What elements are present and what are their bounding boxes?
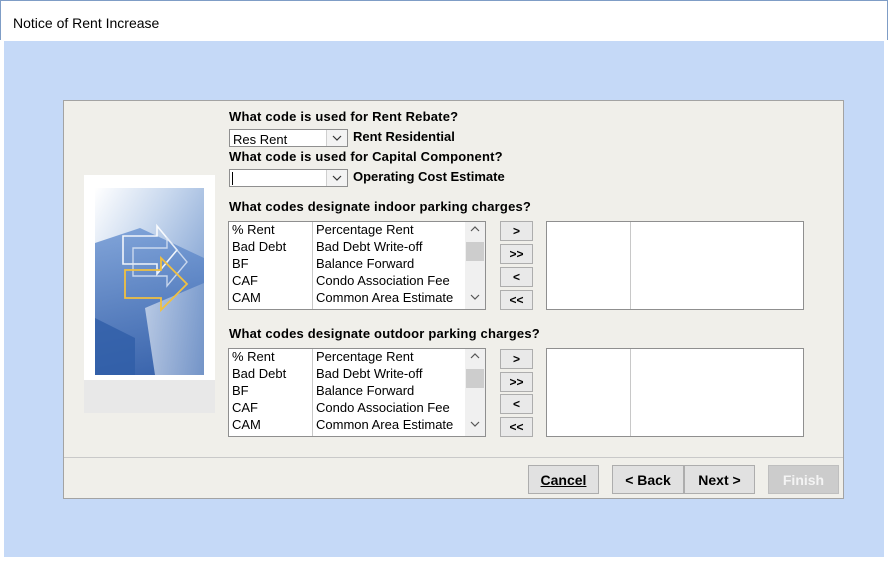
indoor-remove-button[interactable]: < [500,267,533,287]
list-item-description: Condo Association Fee [316,273,450,288]
list-item-description: Bad Debt Write-off [316,366,423,381]
indoor-selected-list[interactable] [546,221,804,310]
text-cursor [232,172,233,185]
list-item-code: CAM [232,417,261,432]
chevron-up-icon[interactable] [470,353,480,359]
back-button[interactable]: < Back [612,465,684,494]
list-item[interactable]: BF Balance Forward [229,256,465,273]
list-item-description: Condo Association Fee [316,400,450,415]
list-item-description: Balance Forward [316,383,415,398]
outdoor-remove-button[interactable]: < [500,394,533,414]
indoor-remove-all-button[interactable]: << [500,290,533,310]
list-item[interactable]: % Rent Percentage Rent [229,222,465,239]
window-title: Notice of Rent Increase [13,15,160,31]
rent-rebate-dropdown-button[interactable] [326,130,347,146]
rent-rebate-combo[interactable]: Res Rent [229,129,348,147]
title-bar: Notice of Rent Increase [0,0,888,41]
capital-component-question: What code is used for Capital Component? [229,149,503,164]
outdoor-remove-all-button[interactable]: << [500,417,533,437]
cancel-button-label: Cancel [540,471,587,488]
list-item-code: BF [232,256,249,271]
wizard-panel: What code is used for Rent Rebate? Res R… [63,100,844,499]
list-item-description: Percentage Rent [316,222,414,237]
indoor-add-button[interactable]: > [500,221,533,241]
list-item-description: Balance Forward [316,256,415,271]
list-item[interactable]: CAF Condo Association Fee [229,273,465,290]
list-item-code: CAF [232,400,258,415]
indoor-parking-question: What codes designate indoor parking char… [229,199,532,214]
list-item[interactable]: BF Balance Forward [229,383,465,400]
rent-rebate-question: What code is used for Rent Rebate? [229,109,459,124]
window-border-right [884,40,888,562]
chevron-down-icon[interactable] [470,421,480,427]
chevron-up-icon[interactable] [470,226,480,232]
list-item-description: Common Area Estimate [316,290,454,305]
finish-button-label: Finish [782,471,825,488]
list-item[interactable]: Bad Debt Bad Debt Write-off [229,239,465,256]
indoor-available-list[interactable]: % Rent Percentage Rent Bad Debt Bad Debt W… [228,221,486,310]
list-item[interactable]: CAM Common Area Estimate [229,290,465,307]
list-item-code: Bad Debt [232,239,287,254]
next-button-label: Next > [698,471,741,488]
back-button-label: < Back [625,471,671,488]
chevron-down-icon [332,175,342,181]
outdoor-available-list[interactable]: % Rent Percentage Rent Bad Debt Bad Debt W… [228,348,486,437]
list-column-divider [630,349,631,436]
rent-rebate-value: Res Rent [233,132,288,147]
wizard-graphic-icon [95,188,204,375]
list-item-description: Bad Debt Write-off [316,239,423,254]
chevron-down-icon [332,135,342,141]
indoor-list-scrollbar[interactable] [465,222,485,309]
outdoor-list-scrollbar[interactable] [465,349,485,436]
outdoor-selected-list[interactable] [546,348,804,437]
scrollbar-thumb[interactable] [466,242,484,261]
scrollbar-thumb[interactable] [466,369,484,388]
wizard-art-frame [84,175,215,413]
capital-component-combo[interactable] [229,169,348,187]
chevron-down-icon[interactable] [470,294,480,300]
outdoor-add-all-button[interactable]: >> [500,372,533,392]
capital-component-description: Operating Cost Estimate [353,169,505,184]
outdoor-add-button[interactable]: > [500,349,533,369]
list-item[interactable]: Bad Debt Bad Debt Write-off [229,366,465,383]
indoor-add-all-button[interactable]: >> [500,244,533,264]
list-item-description: Percentage Rent [316,349,414,364]
list-item-code: CAF [232,273,258,288]
list-item-description: Common Area Estimate [316,417,454,432]
list-item-code: % Rent [232,349,275,364]
list-column-divider [630,222,631,309]
rent-rebate-description: Rent Residential [353,129,455,144]
list-item[interactable]: % Rent Percentage Rent [229,349,465,366]
list-item[interactable]: CAF Condo Association Fee [229,400,465,417]
capital-component-dropdown-button[interactable] [326,170,347,186]
list-item-code: CAM [232,290,261,305]
window-border-bottom [0,557,888,562]
list-item-code: BF [232,383,249,398]
cancel-button[interactable]: Cancel [528,465,599,494]
button-bar-separator [64,457,843,458]
next-button[interactable]: Next > [684,465,755,494]
finish-button[interactable]: Finish [768,465,839,494]
list-item[interactable]: CAM Common Area Estimate [229,417,465,434]
list-item-code: Bad Debt [232,366,287,381]
outdoor-parking-question: What codes designate outdoor parking cha… [229,326,540,341]
list-item-code: % Rent [232,222,275,237]
